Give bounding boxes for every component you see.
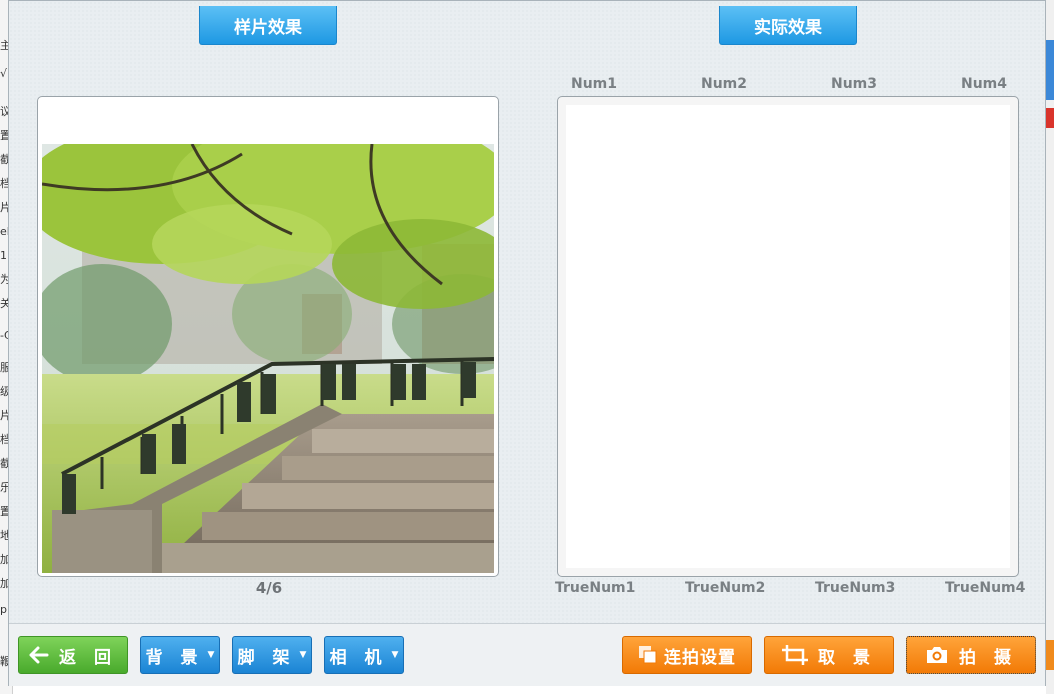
- tripod-dropdown-button[interactable]: 脚 架 ▼: [232, 636, 312, 674]
- shoot-button[interactable]: 拍 摄: [906, 636, 1036, 674]
- framing-button[interactable]: 取 景: [764, 636, 894, 674]
- bg-char: √: [0, 67, 8, 80]
- true-num-label-4: TrueNum4: [945, 580, 1026, 596]
- bg-char: 1: [0, 249, 7, 262]
- num-label-2: Num2: [701, 76, 748, 92]
- bg-block: [1046, 40, 1054, 100]
- num-label-4: Num4: [961, 76, 1008, 92]
- bg-char: p: [0, 603, 7, 616]
- framing-button-label: 取 景: [818, 647, 876, 668]
- back-button-label: 返 回: [59, 647, 117, 668]
- photo-capture-dialog: 样片效果 实际效果 4/6 Num1 Num2 Num3 Num4 TrueNu…: [8, 0, 1046, 686]
- bottom-toolbar: 返 回 背 景 ▼ 脚 架 ▼ 相 机 ▼ 连拍设置 取 景 拍 摄: [9, 623, 1045, 686]
- sample-page-counter: 4/6: [255, 579, 283, 597]
- crop-frame-icon: [782, 645, 809, 665]
- true-num-label-2: TrueNum2: [685, 580, 766, 596]
- actual-preview-canvas: [566, 105, 1010, 568]
- sample-preview-panel: [37, 96, 499, 577]
- shoot-button-label: 拍 摄: [959, 647, 1017, 668]
- bg-block: [1046, 108, 1054, 128]
- park-stairs-photo: [42, 144, 494, 573]
- camera-button-label: 相 机: [329, 647, 388, 668]
- background-dropdown-button[interactable]: 背 景 ▼: [140, 636, 220, 674]
- actual-preview-panel: [557, 96, 1019, 577]
- back-button[interactable]: 返 回: [18, 636, 128, 674]
- tripod-button-label: 脚 架: [237, 647, 296, 668]
- background-window-right-edge: [1046, 0, 1054, 694]
- caret-down-icon: ▼: [299, 650, 307, 660]
- stacked-squares-icon: [638, 645, 658, 665]
- bg-block: [1046, 640, 1054, 670]
- caret-down-icon: ▼: [391, 650, 399, 660]
- true-num-label-3: TrueNum3: [815, 580, 896, 596]
- camera-icon: [925, 645, 949, 665]
- camera-dropdown-button[interactable]: 相 机 ▼: [324, 636, 404, 674]
- burst-settings-label: 连拍设置: [664, 647, 736, 668]
- tab-sample-effect[interactable]: 样片效果: [199, 6, 337, 45]
- background-button-label: 背 景: [145, 647, 204, 668]
- tab-actual-effect[interactable]: 实际效果: [719, 6, 857, 45]
- arrow-left-icon: [29, 646, 49, 664]
- burst-settings-button[interactable]: 连拍设置: [622, 636, 752, 674]
- num-label-3: Num3: [831, 76, 878, 92]
- num-label-1: Num1: [571, 76, 618, 92]
- true-num-label-1: TrueNum1: [555, 580, 636, 596]
- caret-down-icon: ▼: [207, 650, 215, 660]
